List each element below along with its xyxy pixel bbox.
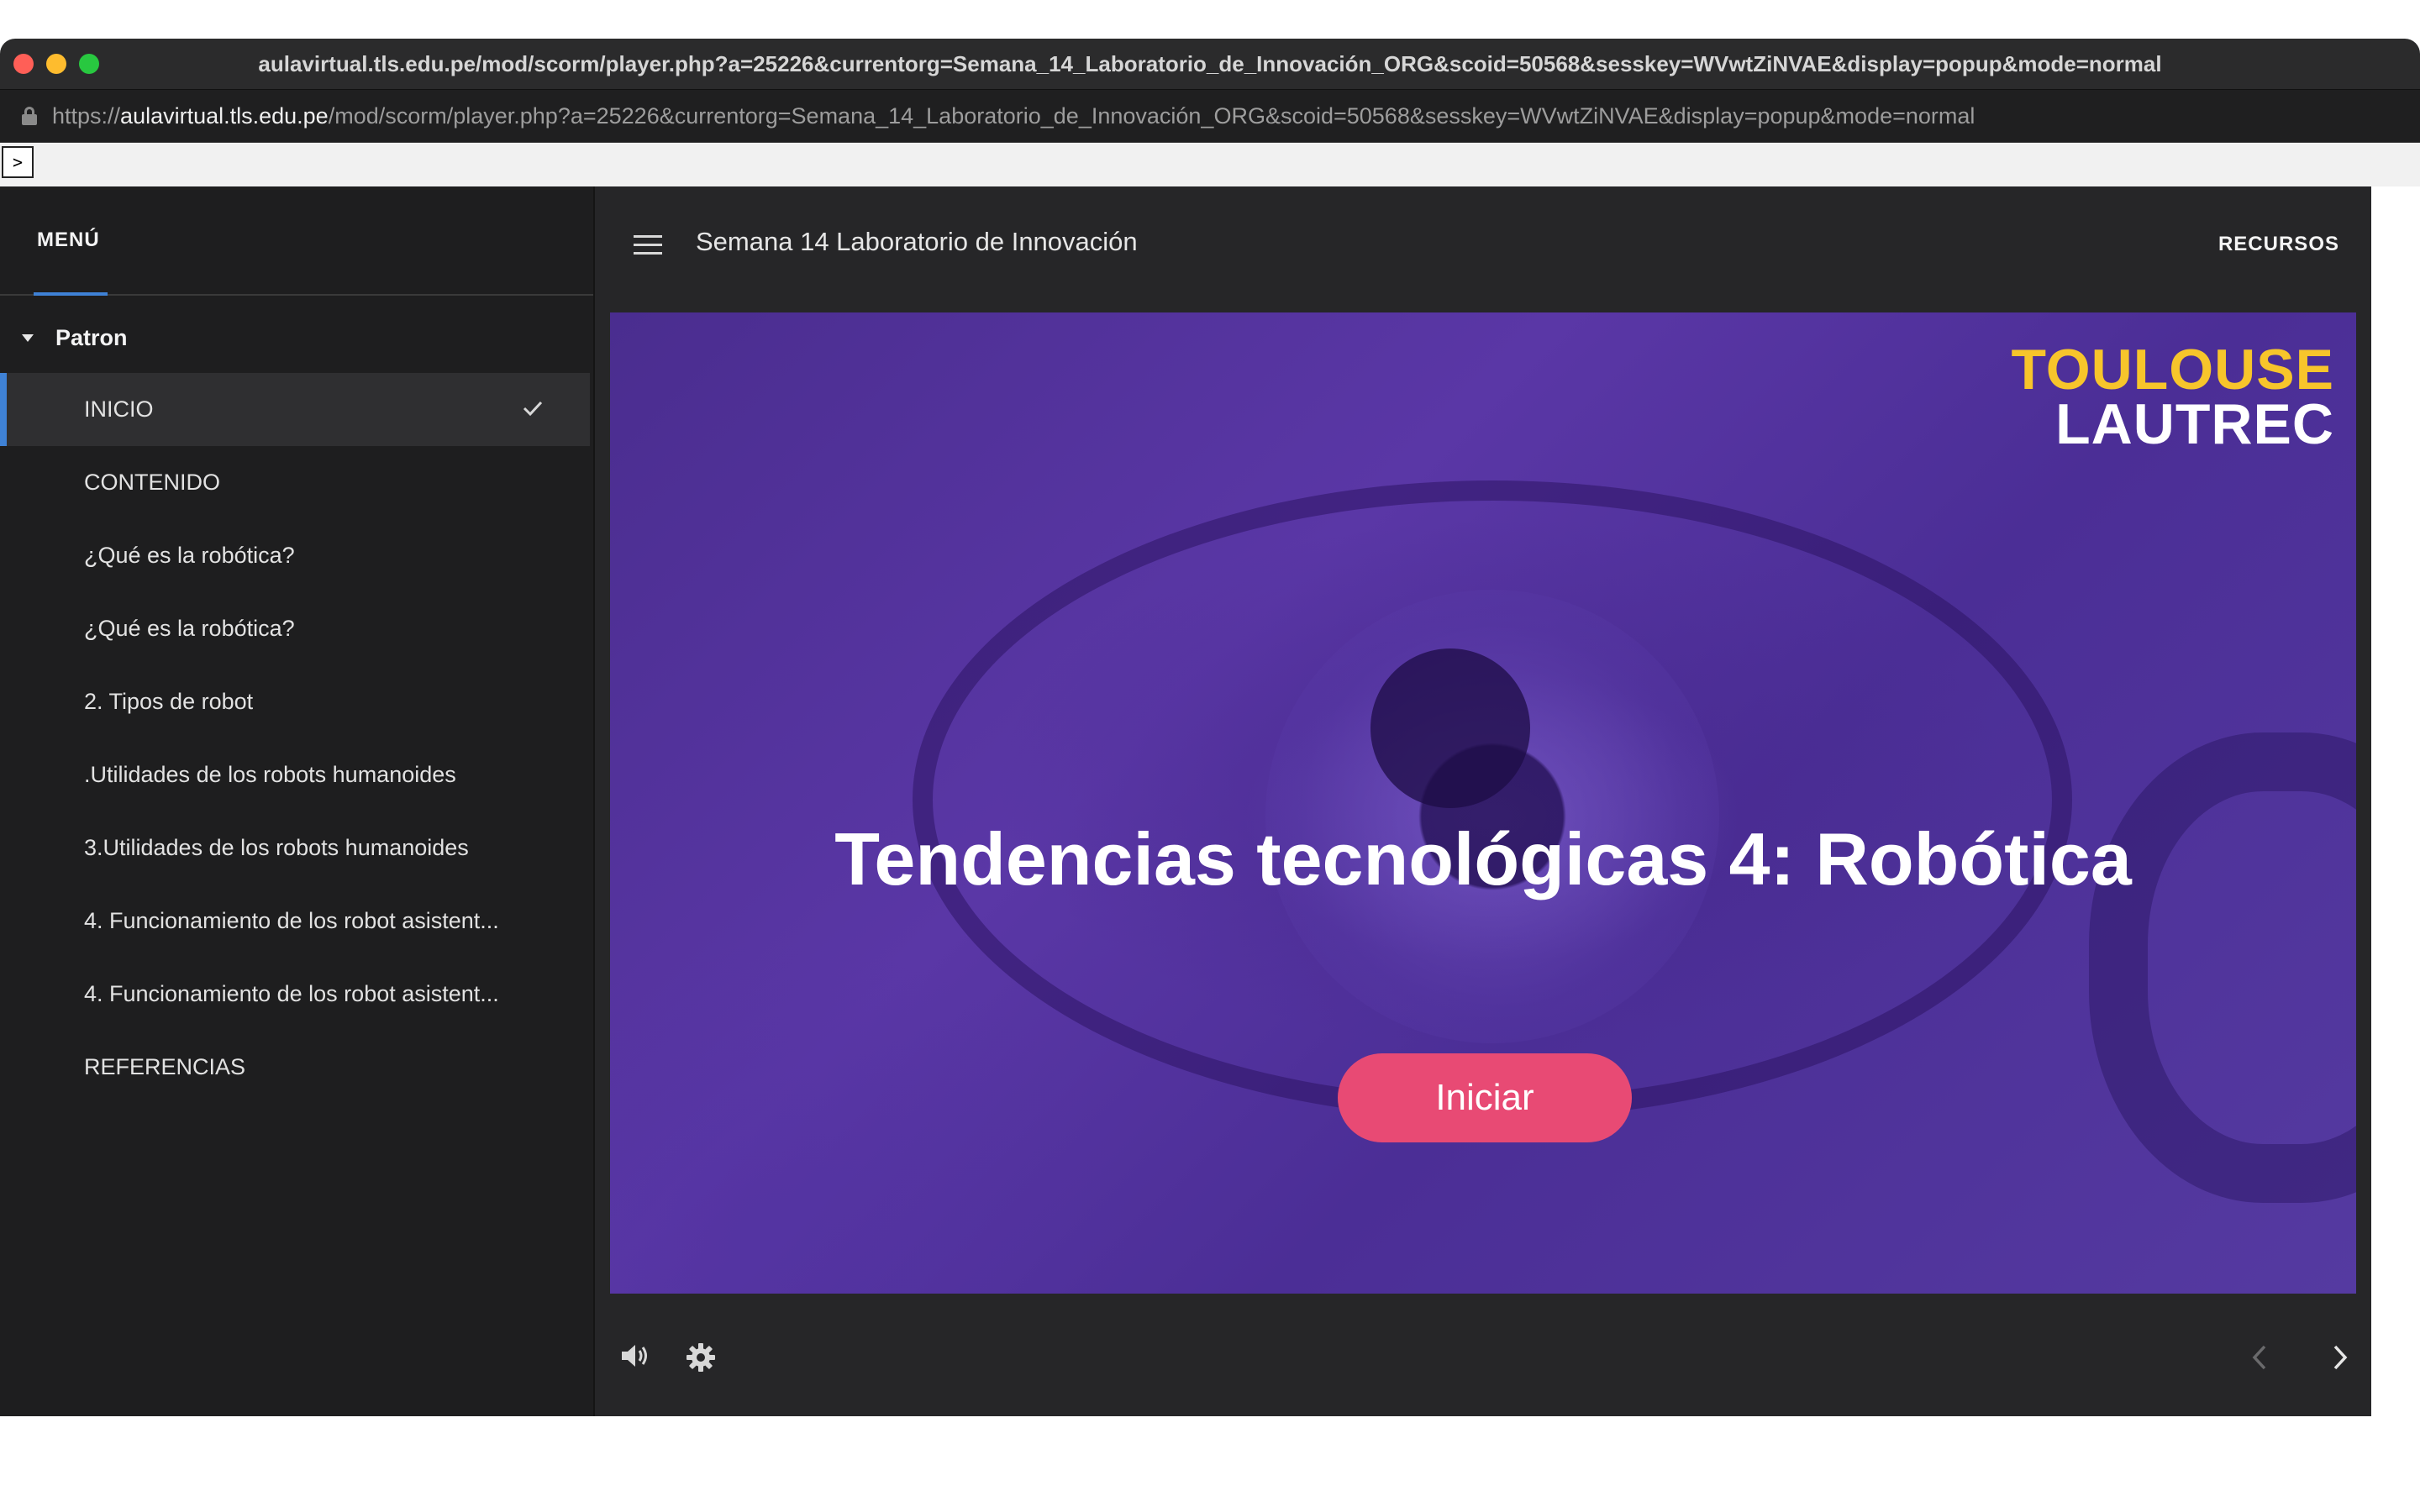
player-bottombar	[595, 1294, 2371, 1416]
url-path: /mod/scorm/player.php?a=25226&currentorg…	[328, 102, 1975, 129]
menu-item-label: ¿Qué es la robótica?	[84, 543, 295, 568]
course-title: Semana 14 Laboratorio de Innovación	[696, 227, 1138, 256]
window-controls	[13, 54, 99, 74]
main-panel: Semana 14 Laboratorio de Innovación RECU…	[595, 186, 2371, 1416]
slide-title: Tendencias tecnológicas 4: Robótica	[834, 817, 2132, 900]
logo-line-2: LAUTREC	[2055, 391, 2334, 456]
caret-down-icon	[22, 333, 34, 342]
lock-icon	[22, 107, 37, 125]
scorm-player: MENÚ Patron INICIO CONTENIDO ¿Qué es la …	[0, 186, 2371, 1416]
slide-canvas: TOULOUSE LAUTREC Tendencias tecnológicas…	[610, 312, 2356, 1294]
title-bar: aulavirtual.tls.edu.pe/mod/scorm/player.…	[0, 39, 2420, 90]
menu-group-label: Patron	[55, 324, 128, 350]
logo-line-1: TOULOUSE	[2011, 338, 2334, 402]
sidebar-menu: MENÚ Patron INICIO CONTENIDO ¿Qué es la …	[0, 186, 595, 1416]
eye-pupil-graphic	[1370, 648, 1530, 808]
menu-item-que-es-robotica-1[interactable]: ¿Qué es la robótica?	[0, 519, 593, 592]
settings-icon[interactable]	[686, 1342, 716, 1373]
toulouse-lautrec-logo: TOULOUSE LAUTREC	[2011, 338, 2334, 456]
check-icon	[523, 401, 543, 417]
menu-item-utilidades-2[interactable]: 3.Utilidades de los robots humanoides	[0, 811, 593, 885]
resources-button[interactable]: RECURSOS	[2218, 233, 2339, 256]
menu-item-label: CONTENIDO	[84, 470, 220, 495]
menu-header: MENÚ	[0, 186, 593, 296]
url-host: aulavirtual.tls.edu.pe	[120, 102, 329, 129]
menu-item-referencias[interactable]: REFERENCIAS	[0, 1031, 593, 1104]
chevron-left-icon[interactable]	[2249, 1342, 2270, 1373]
menu-item-label: 3.Utilidades de los robots humanoides	[84, 835, 469, 860]
menu-item-tipos-de-robot[interactable]: 2. Tipos de robot	[0, 665, 593, 738]
player-topbar: Semana 14 Laboratorio de Innovación RECU…	[595, 186, 2371, 311]
hamburger-icon[interactable]	[634, 235, 662, 255]
menu-group-patron[interactable]: Patron	[0, 302, 593, 373]
zoom-window-button[interactable]	[79, 54, 99, 74]
page-margin	[2371, 186, 2420, 1416]
volume-icon[interactable]	[620, 1342, 650, 1369]
browser-window: aulavirtual.tls.edu.pe/mod/scorm/player.…	[0, 39, 2420, 1416]
menu-item-funcionamiento-1[interactable]: 4. Funcionamiento de los robot asistent.…	[0, 885, 593, 958]
menu-item-utilidades-1[interactable]: .Utilidades de los robots humanoides	[0, 738, 593, 811]
menu-item-inicio[interactable]: INICIO	[0, 373, 590, 446]
window-title: aulavirtual.tls.edu.pe/mod/scorm/player.…	[258, 50, 2162, 76]
menu-item-label: .Utilidades de los robots humanoides	[84, 762, 456, 787]
menu-tab[interactable]: MENÚ	[37, 228, 100, 252]
address-bar[interactable]: https://aulavirtual.tls.edu.pe/mod/scorm…	[0, 90, 2420, 143]
url-scheme: https://	[52, 102, 121, 129]
close-window-button[interactable]	[13, 54, 34, 74]
menu-tab-indicator	[34, 292, 108, 296]
menu-item-label: INICIO	[84, 396, 154, 422]
menu-item-label: 4. Funcionamiento de los robot asistent.…	[84, 981, 499, 1006]
minimize-window-button[interactable]	[46, 54, 66, 74]
menu-item-funcionamiento-2[interactable]: 4. Funcionamiento de los robot asistent.…	[0, 958, 593, 1031]
decorative-ring	[2089, 732, 2356, 1203]
menu-item-que-es-robotica-2[interactable]: ¿Qué es la robótica?	[0, 592, 593, 665]
menu-item-contenido[interactable]: CONTENIDO	[0, 446, 593, 519]
chevron-right-icon[interactable]	[2329, 1342, 2351, 1373]
toc-toggle-button[interactable]: >	[2, 146, 34, 178]
menu-item-label: REFERENCIAS	[84, 1054, 246, 1079]
start-button[interactable]: Iniciar	[1338, 1053, 1632, 1142]
menu-item-label: ¿Qué es la robótica?	[84, 616, 295, 641]
menu-item-label: 4. Funcionamiento de los robot asistent.…	[84, 908, 499, 933]
page-content: > MENÚ Patron INICIO CONTENIDO ¿Qué es l…	[0, 143, 2420, 1416]
menu-item-label: 2. Tipos de robot	[84, 689, 254, 714]
